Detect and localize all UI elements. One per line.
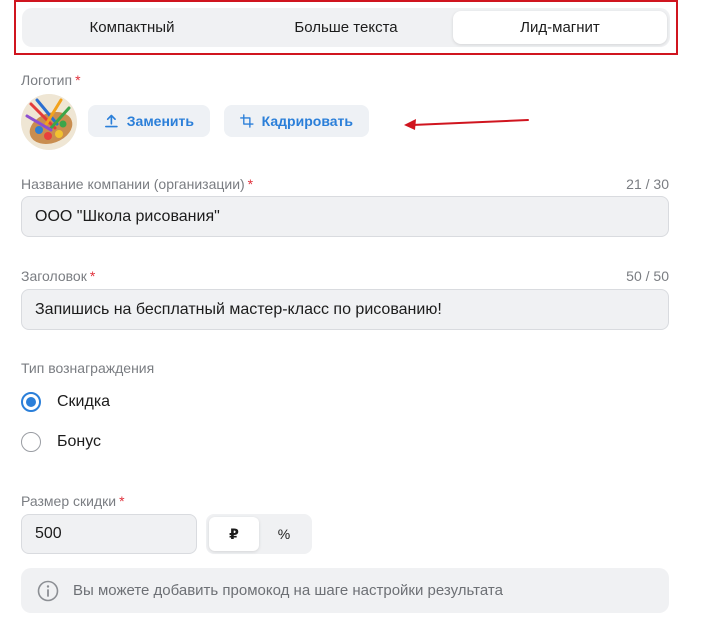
discount-label: Размер скидки * (21, 493, 125, 509)
tab-lead-magnet[interactable]: Лид-магнит (453, 11, 667, 44)
discount-amount-input[interactable]: 500 (21, 514, 197, 554)
heading-char-counter: 50 / 50 (626, 268, 669, 284)
paint-palette-icon (21, 94, 77, 150)
heading-input[interactable]: Запишись на бесплатный мастер-класс по р… (21, 289, 669, 330)
discount-unit-toggle: ₽ % (206, 514, 312, 554)
crop-logo-label: Кадрировать (261, 113, 353, 129)
company-name-input[interactable]: ООО "Школа рисования" (21, 196, 669, 237)
discount-label-text: Размер скидки (21, 493, 117, 509)
unit-percent-button[interactable]: % (259, 517, 309, 551)
view-mode-tabs: Компактный Больше текста Лид-магнит (22, 8, 670, 47)
reward-option-discount[interactable]: Скидка (21, 392, 110, 412)
required-mark: * (247, 176, 254, 192)
discount-amount-value: 500 (35, 525, 62, 542)
company-char-counter: 21 / 30 (626, 176, 669, 192)
heading-label-text: Заголовок (21, 268, 87, 284)
crop-icon (240, 114, 254, 128)
annotation-arrow-icon (404, 119, 529, 130)
reward-option-bonus-label: Бонус (57, 433, 102, 450)
reward-type-label: Тип вознаграждения (21, 360, 155, 376)
radio-button[interactable] (21, 432, 41, 452)
radio-button-checked[interactable] (21, 392, 41, 412)
heading-value: Запишись на бесплатный мастер-класс по р… (35, 300, 442, 318)
promo-info-box: Вы можете добавить промокод на шаге наст… (21, 568, 669, 613)
company-label: Название компании (организации) * (21, 176, 253, 192)
reward-option-bonus[interactable]: Бонус (21, 432, 101, 452)
logo-label-text: Логотип (21, 72, 73, 88)
required-mark: * (89, 268, 96, 284)
replace-logo-label: Заменить (126, 113, 194, 129)
required-mark: * (119, 493, 125, 509)
logo-image (21, 94, 77, 150)
logo-label: Логотип * (21, 72, 81, 88)
tabs-highlight-frame: Компактный Больше текста Лид-магнит (14, 0, 678, 55)
upload-icon (105, 114, 118, 128)
company-name-value: ООО "Школа рисования" (35, 207, 220, 225)
info-icon (37, 580, 59, 601)
heading-label: Заголовок * (21, 268, 95, 284)
unit-rub-button[interactable]: ₽ (209, 517, 259, 551)
promo-info-text: Вы можете добавить промокод на шаге наст… (73, 582, 503, 599)
required-mark: * (75, 72, 81, 88)
replace-logo-button[interactable]: Заменить (88, 105, 210, 137)
tab-compact[interactable]: Компактный (25, 11, 239, 44)
reward-option-discount-label: Скидка (57, 393, 111, 410)
tab-more-text[interactable]: Больше текста (239, 11, 453, 44)
company-label-text: Название компании (организации) (21, 176, 245, 192)
crop-logo-button[interactable]: Кадрировать (224, 105, 369, 137)
